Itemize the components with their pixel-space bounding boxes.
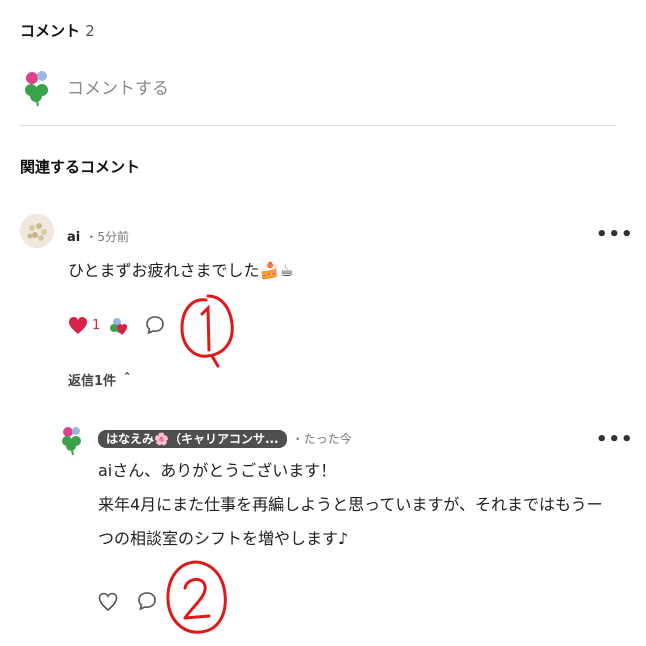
reply-more-options-button[interactable]: •••	[596, 429, 634, 450]
reply-author-badge[interactable]: はなえみ🌸（キャリアコンサ...	[98, 430, 287, 448]
clover-avatar-icon	[62, 427, 81, 456]
replies-toggle[interactable]: 返信1件 ＾	[68, 370, 134, 389]
comment-text: ひとまずお疲れさまでした🍰☕	[68, 261, 294, 280]
reply-line-3: つの相談室のシフトを増やします♪	[98, 529, 349, 548]
my-avatar-icon	[22, 64, 52, 108]
avatar[interactable]	[60, 422, 84, 456]
like-button[interactable]	[68, 316, 88, 336]
reply-reply-button[interactable]	[137, 591, 157, 611]
comments-title-label: コメント	[20, 22, 81, 40]
comment-meta: ai ・5分前	[67, 226, 129, 245]
heart-outline-icon	[98, 592, 118, 612]
liker-avatar-icon	[108, 313, 132, 337]
like-count: 1	[92, 318, 101, 333]
comment-input[interactable]: コメントする	[67, 74, 169, 99]
reply-meta: はなえみ🌸（キャリアコンサ... ・たった今	[98, 428, 352, 448]
annotation-mark-2: 2	[163, 556, 231, 642]
annotation-mark-1: 1	[178, 288, 238, 370]
related-comments-title: 関連するコメント	[20, 158, 141, 176]
comment-author[interactable]: ai	[67, 230, 80, 245]
comments-title: コメント 2	[20, 20, 95, 41]
more-options-button[interactable]: •••	[596, 224, 634, 245]
heart-filled-icon	[69, 317, 87, 334]
reply-line-2: 来年4月にまた仕事を再編しようと思っていますが、それまではもうー	[98, 495, 603, 514]
divider	[20, 125, 616, 126]
reply-like-button[interactable]	[98, 592, 118, 612]
speech-bubble-icon	[138, 592, 156, 611]
reply-time: ・たった今	[291, 432, 352, 446]
comments-count: 2	[85, 22, 95, 40]
reply-button[interactable]	[145, 315, 165, 335]
comment-time: ・5分前	[85, 230, 129, 244]
reply-line-1: aiさん、ありがとうございます！	[98, 461, 337, 480]
speech-bubble-icon	[146, 316, 164, 335]
reply-text: aiさん、ありがとうございます！ 来年4月にまた仕事を再編しようと思っていますが…	[98, 456, 603, 554]
avatar[interactable]	[20, 214, 54, 248]
